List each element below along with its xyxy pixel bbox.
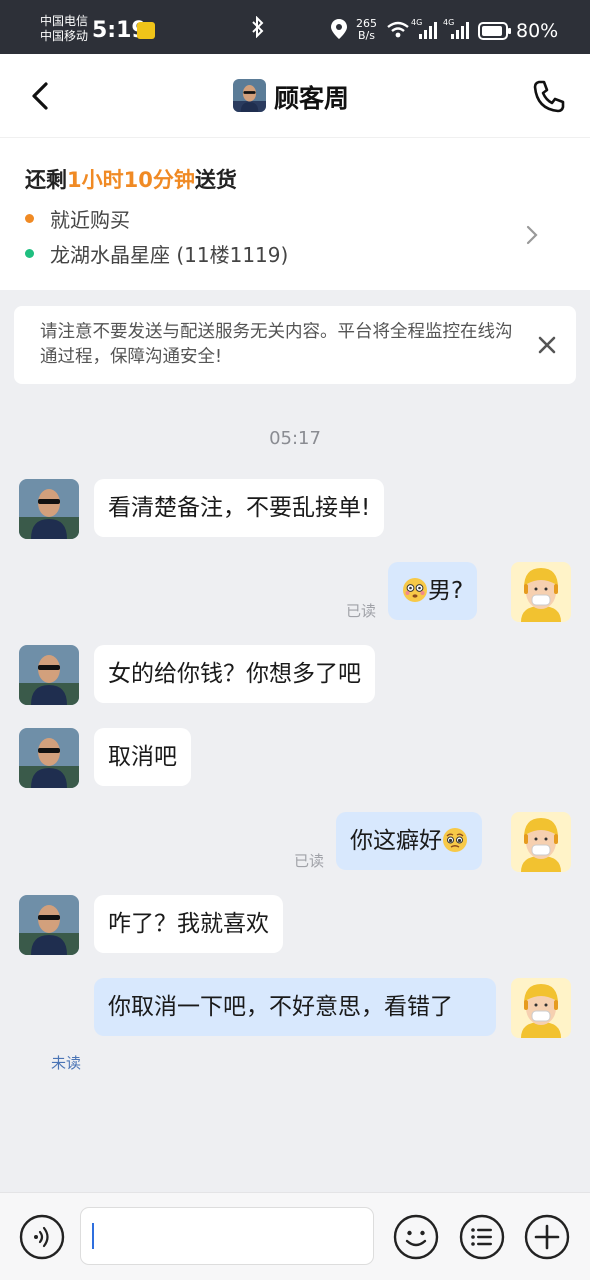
- customer-avatar[interactable]: [19, 728, 79, 788]
- signal-2-icon: [451, 22, 469, 39]
- message-bubble-incoming[interactable]: 咋了？我就喜欢: [94, 895, 283, 953]
- message-bubble-outgoing[interactable]: 你取消一下吧，不好意思，看错了: [94, 978, 496, 1036]
- address-dot: [25, 249, 34, 258]
- contact-avatar[interactable]: [233, 79, 266, 112]
- carrier-2: 中国移动: [40, 29, 89, 43]
- message-input[interactable]: [80, 1207, 374, 1265]
- message-bubble-incoming[interactable]: 女的给你钱？你想多了吧: [94, 645, 375, 703]
- location-icon: [331, 19, 347, 39]
- carrier-labels: 中国电信 中国移动: [40, 14, 88, 44]
- message-text: 你这癖好: [350, 828, 442, 854]
- wifi-icon: [387, 21, 409, 38]
- phone-call-icon[interactable]: [532, 79, 566, 113]
- notice-text: 请注意不要发送与配送服务无关内容。平台将全程监控在线沟通过程，保障沟通安全!: [40, 322, 513, 367]
- signal-1-icon: [419, 22, 437, 39]
- close-icon[interactable]: [534, 332, 560, 358]
- message-input-bar: [0, 1192, 590, 1280]
- unread-status: 未读: [51, 1054, 82, 1072]
- countdown-suffix: 送货: [194, 168, 237, 192]
- battery-percent: 80%: [516, 20, 559, 42]
- pleading-face-emoji-icon: [443, 828, 467, 852]
- read-status: 已读: [294, 852, 325, 870]
- status-bar: 中国电信 中国移动 5:19 265 B/s 4G 4G 80%: [0, 0, 590, 54]
- battery-icon: [478, 22, 511, 40]
- pickup-label: 就近购买: [50, 208, 130, 232]
- network-speed: 265 B/s: [356, 18, 377, 42]
- safety-notice: 请注意不要发送与配送服务无关内容。平台将全程监控在线沟通过程，保障沟通安全!: [14, 306, 576, 384]
- back-icon[interactable]: [24, 78, 60, 114]
- customer-avatar[interactable]: [19, 645, 79, 705]
- bluetooth-icon: [252, 16, 264, 38]
- customer-avatar[interactable]: [19, 895, 79, 955]
- delivery-address: 龙湖水晶星座 (11楼1119): [50, 243, 289, 267]
- notification-icon: [137, 22, 155, 39]
- network-speed-unit: B/s: [358, 29, 375, 42]
- text-caret: [92, 1223, 94, 1249]
- courier-avatar[interactable]: [511, 812, 571, 872]
- chevron-right-icon[interactable]: [522, 222, 542, 248]
- message-bubble-outgoing[interactable]: 男?: [388, 562, 478, 620]
- message-timestamp: 05:17: [269, 428, 321, 449]
- carrier-1: 中国电信: [40, 14, 89, 28]
- emoji-icon[interactable]: [393, 1214, 439, 1260]
- countdown-prefix: 还剩: [25, 168, 67, 192]
- customer-avatar[interactable]: [19, 479, 79, 539]
- message-bubble-incoming[interactable]: 看清楚备注，不要乱接单!: [94, 479, 385, 537]
- read-status: 已读: [346, 602, 377, 620]
- pickup-row: 就近购买: [25, 204, 130, 233]
- pickup-dot: [25, 214, 34, 223]
- countdown-value: 1小时10分钟: [67, 168, 195, 192]
- message-bubble-outgoing[interactable]: 你这癖好: [336, 812, 482, 870]
- add-icon[interactable]: [524, 1214, 570, 1260]
- flushed-face-emoji-icon: [403, 578, 427, 602]
- delivery-countdown: 还剩1小时10分钟送货: [25, 164, 237, 194]
- voice-input-icon[interactable]: [19, 1214, 65, 1260]
- contact-name: 顾客周: [274, 84, 350, 113]
- courier-avatar[interactable]: [511, 978, 571, 1038]
- address-row: 龙湖水晶星座 (11楼1119): [25, 239, 288, 268]
- message-bubble-incoming[interactable]: 取消吧: [94, 728, 191, 786]
- message-text: 男?: [428, 578, 464, 604]
- chat-header: 顾客周: [0, 54, 590, 138]
- quick-reply-list-icon[interactable]: [459, 1214, 505, 1260]
- order-info-panel[interactable]: 还剩1小时10分钟送货 就近购买 龙湖水晶星座 (11楼1119): [0, 138, 590, 290]
- courier-avatar[interactable]: [511, 562, 571, 622]
